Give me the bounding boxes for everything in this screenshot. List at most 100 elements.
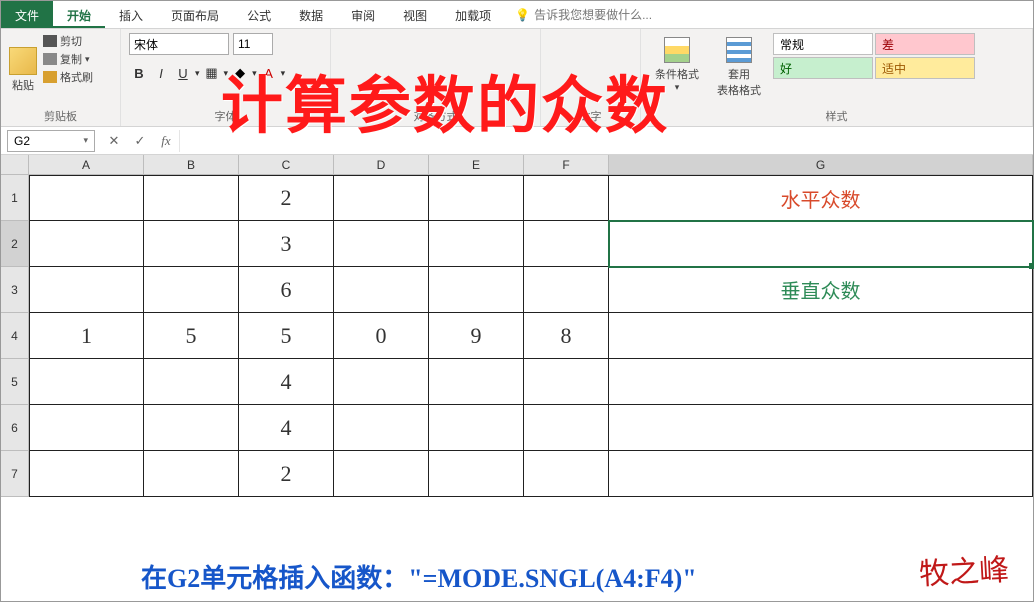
cell-F5[interactable] [524, 359, 609, 405]
cell-G5[interactable] [609, 359, 1033, 405]
underline-button[interactable]: U [173, 63, 193, 83]
style-good[interactable]: 好 [773, 57, 873, 79]
cut-button[interactable]: 剪切 [43, 33, 93, 49]
cell-C3[interactable]: 6 [239, 267, 334, 313]
cell-F2[interactable] [524, 221, 609, 267]
select-all-corner[interactable] [1, 155, 29, 174]
row-header-5[interactable]: 5 [1, 359, 29, 405]
enter-formula-button[interactable]: ✓ [127, 130, 153, 152]
cell-E1[interactable] [429, 175, 524, 221]
cell-G3[interactable]: 垂直众数 [609, 267, 1033, 313]
style-bad[interactable]: 差 [875, 33, 975, 55]
cell-A3[interactable] [29, 267, 144, 313]
cell-E6[interactable] [429, 405, 524, 451]
cell-E5[interactable] [429, 359, 524, 405]
row-header-6[interactable]: 6 [1, 405, 29, 451]
insert-function-button[interactable]: fx [153, 130, 179, 152]
cell-D7[interactable] [334, 451, 429, 497]
style-normal[interactable]: 常规 [773, 33, 873, 55]
tab-formulas[interactable]: 公式 [233, 1, 285, 28]
font-color-button[interactable]: A [259, 63, 279, 83]
bold-button[interactable]: B [129, 63, 149, 83]
cell-styles-gallery[interactable]: 常规 差 好 适中 [773, 33, 975, 79]
cell-C6[interactable]: 4 [239, 405, 334, 451]
cell-E7[interactable] [429, 451, 524, 497]
tab-review[interactable]: 审阅 [337, 1, 389, 28]
cell-A7[interactable] [29, 451, 144, 497]
cell-D3[interactable] [334, 267, 429, 313]
cell-E2[interactable] [429, 221, 524, 267]
cell-F4[interactable]: 8 [524, 313, 609, 359]
font-size-select[interactable] [233, 33, 273, 55]
cell-G7[interactable] [609, 451, 1033, 497]
cell-D6[interactable] [334, 405, 429, 451]
border-button[interactable]: ▦ [202, 63, 222, 83]
style-neutral[interactable]: 适中 [875, 57, 975, 79]
col-header-G[interactable]: G [609, 155, 1033, 174]
cell-A4[interactable]: 1 [29, 313, 144, 359]
fill-color-button[interactable]: ◆ [230, 63, 250, 83]
cell-G2[interactable] [609, 221, 1033, 267]
cell-B7[interactable] [144, 451, 239, 497]
cell-E3[interactable] [429, 267, 524, 313]
cell-G4[interactable] [609, 313, 1033, 359]
row-header-1[interactable]: 1 [1, 175, 29, 221]
col-header-C[interactable]: C [239, 155, 334, 174]
cell-C1[interactable]: 2 [239, 175, 334, 221]
tab-addins[interactable]: 加载项 [441, 1, 505, 28]
cell-A1[interactable] [29, 175, 144, 221]
cell-C7[interactable]: 2 [239, 451, 334, 497]
cell-F7[interactable] [524, 451, 609, 497]
name-box[interactable]: G2 ▾ [7, 130, 95, 152]
cell-C4[interactable]: 5 [239, 313, 334, 359]
cell-D5[interactable] [334, 359, 429, 405]
col-header-F[interactable]: F [524, 155, 609, 174]
cell-B2[interactable] [144, 221, 239, 267]
cell-C5[interactable]: 4 [239, 359, 334, 405]
row-header-7[interactable]: 7 [1, 451, 29, 497]
cell-F1[interactable] [524, 175, 609, 221]
tab-file[interactable]: 文件 [1, 1, 53, 28]
cell-F3[interactable] [524, 267, 609, 313]
cell-A2[interactable] [29, 221, 144, 267]
font-group-label: 字体 [129, 108, 322, 124]
col-header-D[interactable]: D [334, 155, 429, 174]
cell-D2[interactable] [334, 221, 429, 267]
cell-D1[interactable] [334, 175, 429, 221]
copy-button[interactable]: 复制 ▾ [43, 51, 93, 67]
formula-bar-input[interactable] [179, 130, 1033, 152]
format-as-table-button[interactable]: 套用 表格格式 [711, 33, 767, 102]
cell-A6[interactable] [29, 405, 144, 451]
cell-C2[interactable]: 3 [239, 221, 334, 267]
cell-F6[interactable] [524, 405, 609, 451]
row-header-4[interactable]: 4 [1, 313, 29, 359]
cell-D4[interactable]: 0 [334, 313, 429, 359]
tab-data[interactable]: 数据 [285, 1, 337, 28]
cell-A5[interactable] [29, 359, 144, 405]
cell-B6[interactable] [144, 405, 239, 451]
cell-G1[interactable]: 水平众数 [609, 175, 1033, 221]
col-header-E[interactable]: E [429, 155, 524, 174]
cell-B3[interactable] [144, 267, 239, 313]
cell-G6[interactable] [609, 405, 1033, 451]
col-header-A[interactable]: A [29, 155, 144, 174]
conditional-formatting-button[interactable]: 条件格式 ▾ [649, 33, 705, 97]
row-header-2[interactable]: 2 [1, 221, 29, 267]
font-family-select[interactable] [129, 33, 229, 55]
tab-home[interactable]: 开始 [53, 1, 105, 28]
cancel-formula-button[interactable]: ✕ [101, 130, 127, 152]
tab-insert[interactable]: 插入 [105, 1, 157, 28]
tell-me-search[interactable]: 💡 告诉我您想要做什么... [505, 1, 662, 28]
chevron-down-icon[interactable]: ▾ [83, 135, 88, 146]
cell-B4[interactable]: 5 [144, 313, 239, 359]
format-painter-button[interactable]: 格式刷 [43, 69, 93, 85]
col-header-B[interactable]: B [144, 155, 239, 174]
tab-view[interactable]: 视图 [389, 1, 441, 28]
italic-button[interactable]: I [151, 63, 171, 83]
paste-button[interactable]: 粘贴 [9, 33, 37, 106]
row-header-3[interactable]: 3 [1, 267, 29, 313]
cell-B1[interactable] [144, 175, 239, 221]
cell-B5[interactable] [144, 359, 239, 405]
tab-page-layout[interactable]: 页面布局 [157, 1, 233, 28]
cell-E4[interactable]: 9 [429, 313, 524, 359]
